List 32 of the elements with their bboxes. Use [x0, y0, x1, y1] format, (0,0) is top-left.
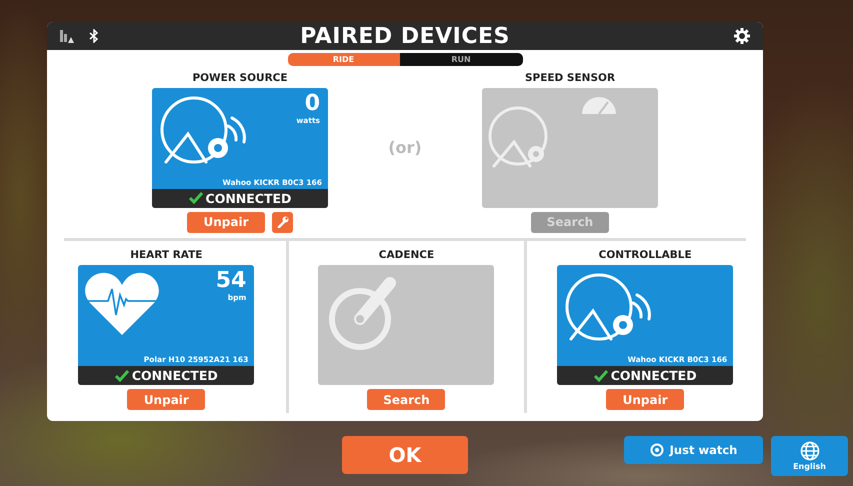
check-icon — [188, 192, 203, 204]
sensor-title: CONTROLLABLE — [598, 249, 692, 261]
sensor-title: SPEED SENSOR — [524, 72, 616, 84]
search-button[interactable]: Search — [367, 389, 446, 410]
check-icon — [114, 370, 129, 382]
or-separator: (or) — [388, 138, 422, 156]
status-text: CONNECTED — [132, 368, 218, 383]
heart-icon — [84, 271, 160, 337]
tab[interactable]: RUN — [400, 53, 522, 66]
status-text: CONNECTED — [206, 190, 292, 206]
check-icon — [594, 370, 608, 382]
wrench-icon — [276, 216, 288, 228]
just-watch-button[interactable]: Just watch — [624, 436, 763, 464]
reading-value: 0 — [304, 92, 320, 116]
unpair-button[interactable]: Unpair — [127, 389, 206, 410]
window-title: PAIRED DEVICES — [300, 24, 510, 48]
unpair-button[interactable]: Unpair — [606, 389, 684, 410]
status-text: CONNECTED — [610, 368, 697, 383]
tab[interactable]: RIDE — [288, 53, 400, 66]
wrench-button[interactable] — [272, 212, 293, 232]
sensor-title: HEART RATE — [130, 249, 202, 261]
eye-icon — [650, 443, 664, 457]
ok-button[interactable]: OK — [342, 436, 468, 474]
globe-icon — [800, 441, 820, 461]
language-button[interactable]: English — [771, 436, 848, 476]
reading-value: 54 — [216, 269, 246, 293]
network-warning-icon — [59, 28, 75, 44]
settings-icon[interactable] — [732, 27, 751, 45]
sensor-title: POWER SOURCE — [192, 72, 288, 84]
unpair-button[interactable]: Unpair — [187, 212, 265, 232]
sensor-title: CADENCE — [378, 249, 434, 261]
bluetooth-icon — [89, 29, 99, 43]
